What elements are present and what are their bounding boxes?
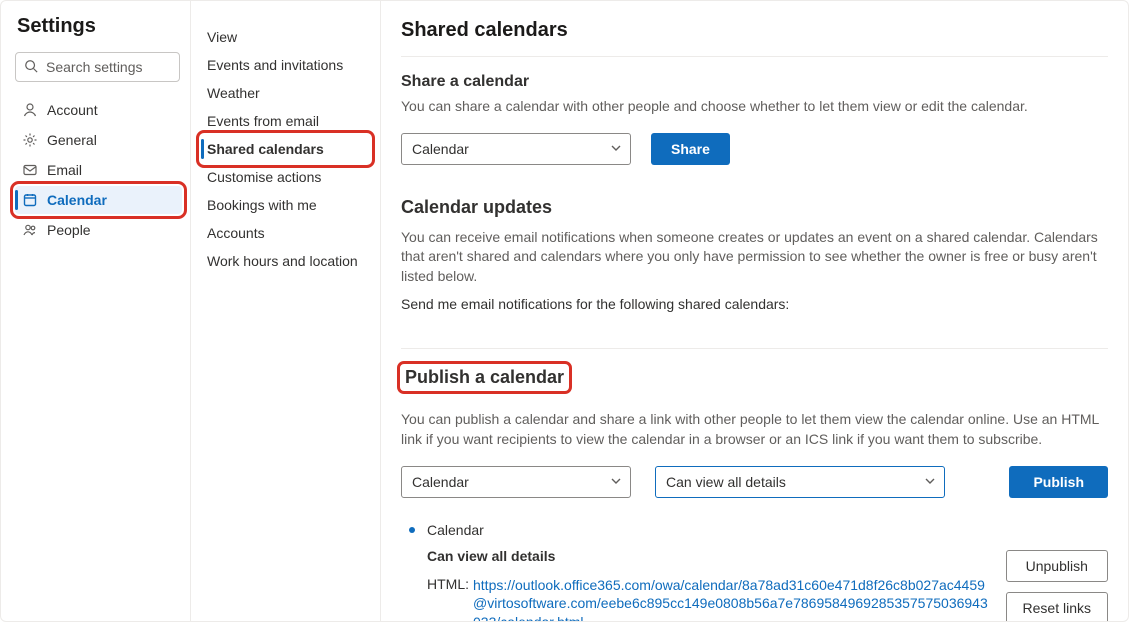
updates-description: You can receive email notifications when… <box>401 228 1108 287</box>
subnav-label: View <box>207 29 237 45</box>
subnav-work-hours[interactable]: Work hours and location <box>201 247 370 275</box>
subnav-label: Accounts <box>207 225 265 241</box>
publish-button[interactable]: Publish <box>1009 466 1108 498</box>
subnav-label: Shared calendars <box>207 141 324 157</box>
nav-people[interactable]: People <box>15 216 182 244</box>
share-button[interactable]: Share <box>651 133 730 165</box>
search-icon <box>24 59 44 76</box>
people-icon <box>21 222 39 238</box>
gear-icon <box>21 132 39 148</box>
subnav-label: Work hours and location <box>207 253 358 269</box>
subnav-weather[interactable]: Weather <box>201 79 370 107</box>
unpublish-button[interactable]: Unpublish <box>1006 550 1108 582</box>
publish-section: Publish a calendar You can publish a cal… <box>401 365 1108 621</box>
share-calendar-dropdown[interactable]: Calendar <box>401 133 631 165</box>
subnav-label: Events and invitations <box>207 57 343 73</box>
dropdown-value: Calendar <box>412 141 469 157</box>
dropdown-value: Can view all details <box>666 474 786 490</box>
updates-section: Calendar updates You can receive email n… <box>401 197 1108 313</box>
search-input-wrapper[interactable] <box>15 52 180 82</box>
reset-links-button[interactable]: Reset links <box>1006 592 1108 621</box>
subnav-label: Bookings with me <box>207 197 317 213</box>
subnav-label: Weather <box>207 85 260 101</box>
chevron-down-icon <box>610 474 622 490</box>
subnav-bookings-with-me[interactable]: Bookings with me <box>201 191 370 219</box>
nav-label: People <box>47 222 91 238</box>
subnav-label: Customise actions <box>207 169 321 185</box>
published-calendar-item: Calendar Can view all details HTML: http… <box>401 522 1108 621</box>
nav-general[interactable]: General <box>15 126 182 154</box>
subnav-customise-actions[interactable]: Customise actions <box>201 163 370 191</box>
divider <box>401 348 1108 349</box>
subnav-shared-calendars[interactable]: Shared calendars <box>201 135 370 163</box>
subnav-label: Events from email <box>207 113 319 129</box>
subnav-view[interactable]: View <box>201 23 370 51</box>
publish-calendar-dropdown[interactable]: Calendar <box>401 466 631 498</box>
nav-account[interactable]: Account <box>15 96 182 124</box>
dropdown-value: Calendar <box>412 474 469 490</box>
nav-label: Calendar <box>47 192 107 208</box>
nav-label: Account <box>47 102 98 118</box>
mail-icon <box>21 162 39 178</box>
html-link-label: HTML: <box>427 576 473 592</box>
bullet-icon <box>409 527 415 533</box>
chevron-down-icon <box>924 474 936 490</box>
share-description: You can share a calendar with other peop… <box>401 97 1108 117</box>
publish-permission-dropdown[interactable]: Can view all details <box>655 466 945 498</box>
nav-email[interactable]: Email <box>15 156 182 184</box>
person-icon <box>21 102 39 118</box>
subnav-accounts[interactable]: Accounts <box>201 219 370 247</box>
published-permission: Can view all details <box>427 548 992 564</box>
html-link-url[interactable]: https://outlook.office365.com/owa/calend… <box>473 576 992 621</box>
publish-heading: Publish a calendar <box>401 365 568 390</box>
share-section: Share a calendar You can share a calenda… <box>401 73 1108 165</box>
content-pane: Shared calendars Share a calendar You ca… <box>381 1 1128 621</box>
nav-label: General <box>47 132 97 148</box>
updates-heading: Calendar updates <box>401 197 1108 218</box>
settings-heading: Settings <box>17 15 182 38</box>
chevron-down-icon <box>610 141 622 157</box>
updates-body: Send me email notifications for the foll… <box>401 296 1108 312</box>
subnav-events-invitations[interactable]: Events and invitations <box>201 51 370 79</box>
publish-description: You can publish a calendar and share a l… <box>401 410 1108 449</box>
subnav-events-from-email[interactable]: Events from email <box>201 107 370 135</box>
divider <box>401 56 1108 57</box>
published-name: Calendar <box>427 522 484 538</box>
nav-calendar[interactable]: Calendar <box>15 186 182 214</box>
page-title: Shared calendars <box>401 19 1108 42</box>
settings-sub-nav: View Events and invitations Weather Even… <box>191 1 381 621</box>
search-input[interactable] <box>44 58 171 76</box>
calendar-icon <box>21 192 39 208</box>
settings-left-nav: Settings Account General <box>1 1 191 621</box>
share-heading: Share a calendar <box>401 73 1108 91</box>
nav-label: Email <box>47 162 82 178</box>
